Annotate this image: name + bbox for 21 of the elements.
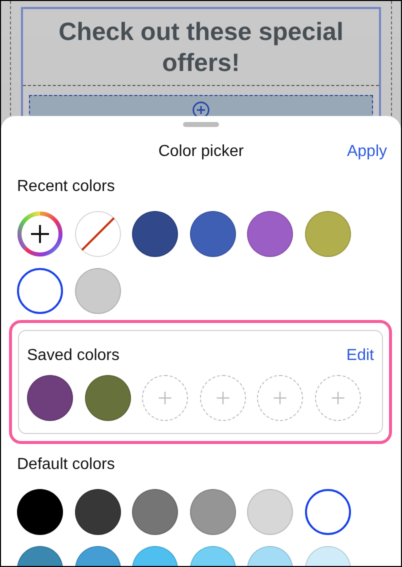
- apply-button[interactable]: Apply: [346, 143, 387, 161]
- add-color-button[interactable]: [257, 375, 303, 421]
- add-icon[interactable]: [192, 101, 210, 119]
- color-swatch[interactable]: [304, 489, 350, 535]
- edit-button[interactable]: Edit: [346, 347, 374, 365]
- section-label: Saved colors: [27, 347, 120, 365]
- no-color-button[interactable]: [74, 211, 120, 257]
- sheet-title: Color picker: [158, 143, 244, 161]
- plus-icon: [156, 389, 174, 407]
- drag-handle[interactable]: [183, 122, 219, 127]
- plus-icon: [328, 389, 346, 407]
- add-color-button[interactable]: [142, 375, 188, 421]
- plus-icon: [271, 389, 289, 407]
- color-swatch[interactable]: [17, 268, 63, 314]
- add-color-button[interactable]: [314, 375, 360, 421]
- color-wheel-button[interactable]: [17, 211, 63, 257]
- add-color-button[interactable]: [200, 375, 246, 421]
- plus-icon: [214, 389, 232, 407]
- banner-heading: Check out these special offers!: [23, 9, 379, 86]
- section-label: Recent colors: [17, 178, 116, 196]
- section-label: Default colors: [17, 456, 116, 474]
